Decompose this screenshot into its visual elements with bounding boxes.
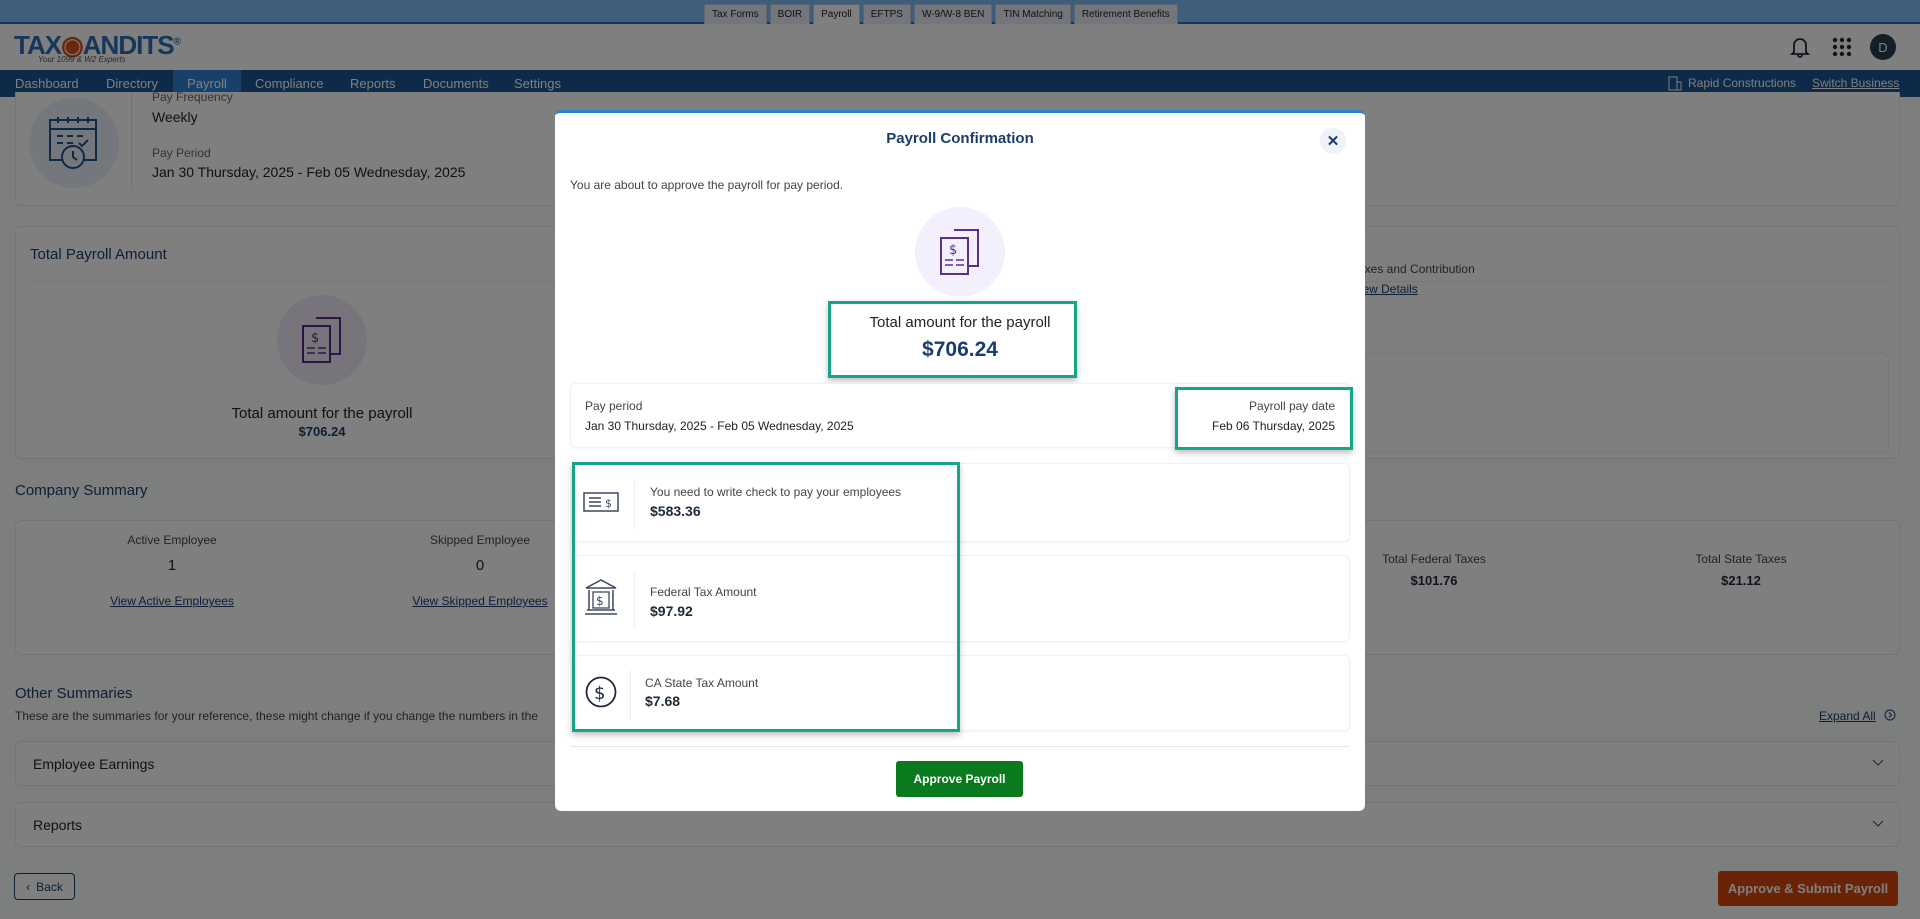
modal-title: Payroll Confirmation xyxy=(886,130,1034,147)
pay-period-label: Pay period xyxy=(585,399,643,413)
modal-total-label: Total amount for the payroll xyxy=(869,314,1051,331)
approve-payroll-button[interactable]: Approve Payroll xyxy=(896,761,1023,797)
receipt-icon: $ xyxy=(915,207,1005,297)
payroll-confirmation-modal: Payroll Confirmation ✕ You are about to … xyxy=(555,110,1365,811)
modal-subtitle: You are about to approve the payroll for… xyxy=(570,178,844,192)
pay-period-value: Jan 30 Thursday, 2025 - Feb 05 Wednesday… xyxy=(585,419,854,433)
highlight-breakdown xyxy=(572,462,960,732)
svg-text:$: $ xyxy=(949,243,957,258)
highlight-pay-date xyxy=(1175,387,1353,450)
modal-total-amount: $706.24 xyxy=(922,338,998,361)
close-icon[interactable]: ✕ xyxy=(1320,128,1346,154)
